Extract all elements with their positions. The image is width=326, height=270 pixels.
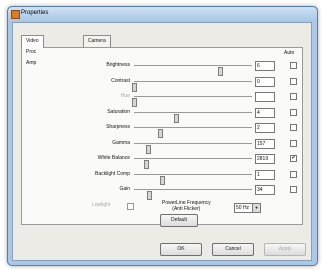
property-label: Sharpness — [106, 124, 130, 130]
property-value-field[interactable]: 6 — [255, 61, 275, 71]
video-proc-amp-panel: Auto Brightness 6 Contrast 0 Hue Saturation 4 S… — [21, 47, 303, 227]
properties-window: Properties Video Proc Amp Camera Control… — [7, 6, 318, 266]
property-row: Saturation 4 — [22, 107, 302, 123]
tab-video-proc-amp[interactable]: Video Proc Amp — [21, 35, 44, 66]
auto-checkbox[interactable] — [290, 186, 297, 193]
property-value-field — [255, 92, 275, 102]
property-slider[interactable] — [134, 127, 252, 138]
property-label: Hue — [120, 93, 130, 99]
property-value-field[interactable]: 1 — [255, 169, 275, 180]
property-slider[interactable] — [134, 173, 252, 185]
property-label: Saturation — [107, 108, 130, 115]
property-row: Contrast 0 — [22, 76, 302, 92]
auto-checkbox[interactable] — [290, 62, 297, 69]
powerline-frequency-label: PowerLine Frequency (Anti Flicker) — [162, 200, 211, 212]
property-slider — [132, 96, 252, 107]
cancel-button[interactable]: Cancel — [212, 243, 254, 256]
property-label: Gamma — [112, 139, 130, 146]
property-row: Hue — [22, 91, 302, 107]
auto-checkbox[interactable] — [290, 93, 297, 100]
property-slider[interactable] — [134, 158, 252, 169]
powerline-frequency-select[interactable]: 50 Hz ▼ — [234, 203, 261, 213]
property-value-field[interactable]: 34 — [255, 185, 275, 195]
dropdown-arrow-icon[interactable]: ▼ — [252, 204, 260, 212]
property-row: Brightness 6 — [22, 60, 302, 76]
lowlight-label: Lowlight — [92, 202, 111, 208]
property-value-field[interactable]: 157 — [255, 138, 275, 149]
property-slider[interactable] — [134, 111, 252, 123]
property-value-field[interactable]: 2819 — [255, 154, 275, 164]
property-slider[interactable] — [132, 80, 252, 92]
auto-checkbox[interactable]: ✔ — [290, 155, 297, 162]
auto-checkbox[interactable] — [290, 170, 297, 178]
powerline-label-line2: (Anti Flicker) — [172, 206, 201, 212]
window-title: Properties — [21, 10, 49, 16]
property-value-field[interactable]: 0 — [255, 76, 275, 87]
auto-checkbox[interactable] — [290, 124, 297, 131]
app-icon — [11, 10, 20, 19]
property-label: Backlight Comp — [94, 170, 130, 177]
auto-checkbox[interactable] — [290, 108, 297, 116]
property-label: Brightness — [106, 62, 130, 68]
apply-button: Apply — [264, 243, 306, 256]
property-label: Contrast — [111, 77, 130, 84]
property-row: Backlight Comp 1 — [22, 169, 302, 185]
property-label: Gain — [119, 186, 130, 192]
property-row: Gain 34 — [22, 184, 302, 200]
auto-checkbox[interactable] — [290, 77, 297, 85]
property-slider[interactable] — [134, 65, 252, 76]
property-row: Gamma 157 — [22, 138, 302, 154]
slider-thumb[interactable] — [147, 191, 153, 200]
ok-button[interactable]: OK — [160, 243, 202, 256]
tab-camera-control[interactable]: Camera Control — [83, 35, 111, 55]
property-slider[interactable] — [134, 189, 252, 200]
auto-column-header: Auto — [284, 50, 295, 56]
property-row: Sharpness 2 — [22, 122, 302, 138]
dialog-client-area: Video Proc Amp Camera Control Auto Brigh… — [12, 22, 312, 261]
title-bar[interactable]: Properties — [8, 7, 317, 22]
property-slider[interactable] — [134, 142, 252, 154]
property-value-field[interactable]: 4 — [255, 107, 275, 118]
property-row: White Balance 2819 ✔ — [22, 153, 302, 169]
property-value-field[interactable]: 2 — [255, 123, 275, 133]
auto-checkbox[interactable] — [290, 139, 297, 147]
powerline-selected-value: 50 Hz — [236, 205, 250, 211]
property-label: White Balance — [97, 155, 130, 161]
lowlight-checkbox — [127, 203, 134, 210]
default-button[interactable]: Default — [160, 214, 198, 227]
